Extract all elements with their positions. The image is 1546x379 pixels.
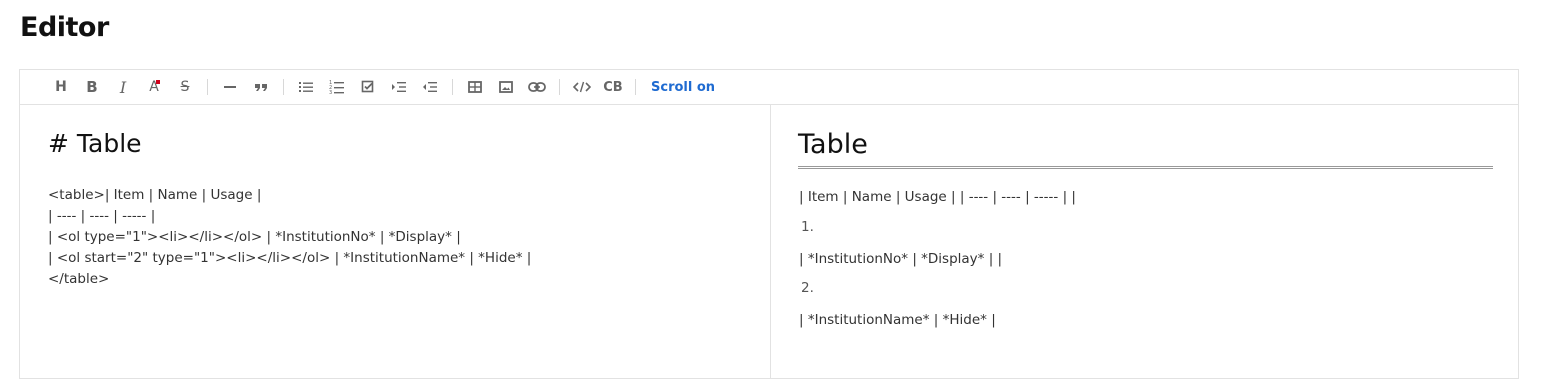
ordered-list-button[interactable]: 123 (324, 75, 350, 99)
toolbar-divider (452, 79, 453, 95)
code-button[interactable] (569, 75, 595, 99)
task-list-icon (361, 80, 374, 93)
table-button[interactable] (462, 75, 488, 99)
markdown-line: | <ol start="2" type="1"><li></li></ol> … (48, 250, 532, 266)
image-icon (499, 81, 513, 93)
outdent-button[interactable] (417, 75, 443, 99)
markdown-line: </table> (48, 271, 110, 287)
bullet-list-button[interactable] (293, 75, 319, 99)
preview-heading: Table (798, 129, 1493, 169)
italic-button[interactable]: I (110, 75, 136, 99)
markdown-line: | ---- | ---- | ----- | (48, 208, 156, 224)
preview-list-number: 2. (801, 280, 814, 296)
indent-icon (392, 82, 406, 92)
blockquote-button[interactable] (248, 75, 274, 99)
horizontal-rule-icon (224, 86, 236, 88)
preview-paragraph: | *InstitutionNo* | *Display* | | (799, 251, 1003, 267)
color-marker-icon (156, 80, 160, 84)
indent-button[interactable] (386, 75, 412, 99)
preview-pane: Table | Item | Name | Usage | | ---- | -… (771, 105, 1518, 378)
markdown-editor: H B I A S 123 CB Scroll on # Table <tabl… (19, 69, 1519, 379)
outdent-icon (423, 82, 437, 92)
scroll-sync-toggle[interactable]: Scroll on (651, 80, 715, 95)
preview-paragraph: | Item | Name | Usage | | ---- | ---- | … (799, 189, 1076, 205)
page-title: Editor (20, 12, 109, 43)
toolbar-divider (207, 79, 208, 95)
code-block-icon: CB (603, 79, 623, 95)
heading-button[interactable]: H (48, 75, 74, 99)
ordered-list-icon: 123 (329, 80, 344, 95)
toolbar-divider (559, 79, 560, 95)
markdown-heading: # Table (48, 129, 142, 158)
editor-toolbar: H B I A S 123 CB Scroll on (20, 70, 1518, 105)
heading-icon: H (55, 79, 67, 95)
preview-paragraph: | *InstitutionName* | *Hide* | (799, 312, 996, 328)
font-color-button[interactable]: A (141, 75, 167, 99)
task-list-button[interactable] (355, 75, 381, 99)
link-icon (528, 82, 546, 92)
svg-text:3: 3 (329, 90, 332, 95)
preview-list-number: 1. (801, 219, 814, 235)
bullet-list-icon (299, 82, 313, 92)
strikethrough-icon: S (180, 79, 190, 95)
toolbar-divider (283, 79, 284, 95)
markdown-text: <table>| Item | Name | Usage | | ---- | … (48, 185, 531, 290)
link-button[interactable] (524, 75, 550, 99)
code-block-button[interactable]: CB (600, 75, 626, 99)
bold-button[interactable]: B (79, 75, 105, 99)
table-icon (468, 81, 482, 93)
strikethrough-button[interactable]: S (172, 75, 198, 99)
image-button[interactable] (493, 75, 519, 99)
toolbar-divider (635, 79, 636, 95)
code-icon (573, 81, 591, 93)
horizontal-rule-button[interactable] (217, 75, 243, 99)
markdown-line: | <ol type="1"><li></li></ol> | *Institu… (48, 229, 461, 245)
bold-icon: B (86, 78, 98, 96)
markdown-pane[interactable]: # Table <table>| Item | Name | Usage | |… (20, 105, 771, 378)
italic-icon: I (119, 77, 127, 97)
markdown-line: <table>| Item | Name | Usage | (48, 187, 262, 203)
quote-icon (255, 84, 267, 91)
